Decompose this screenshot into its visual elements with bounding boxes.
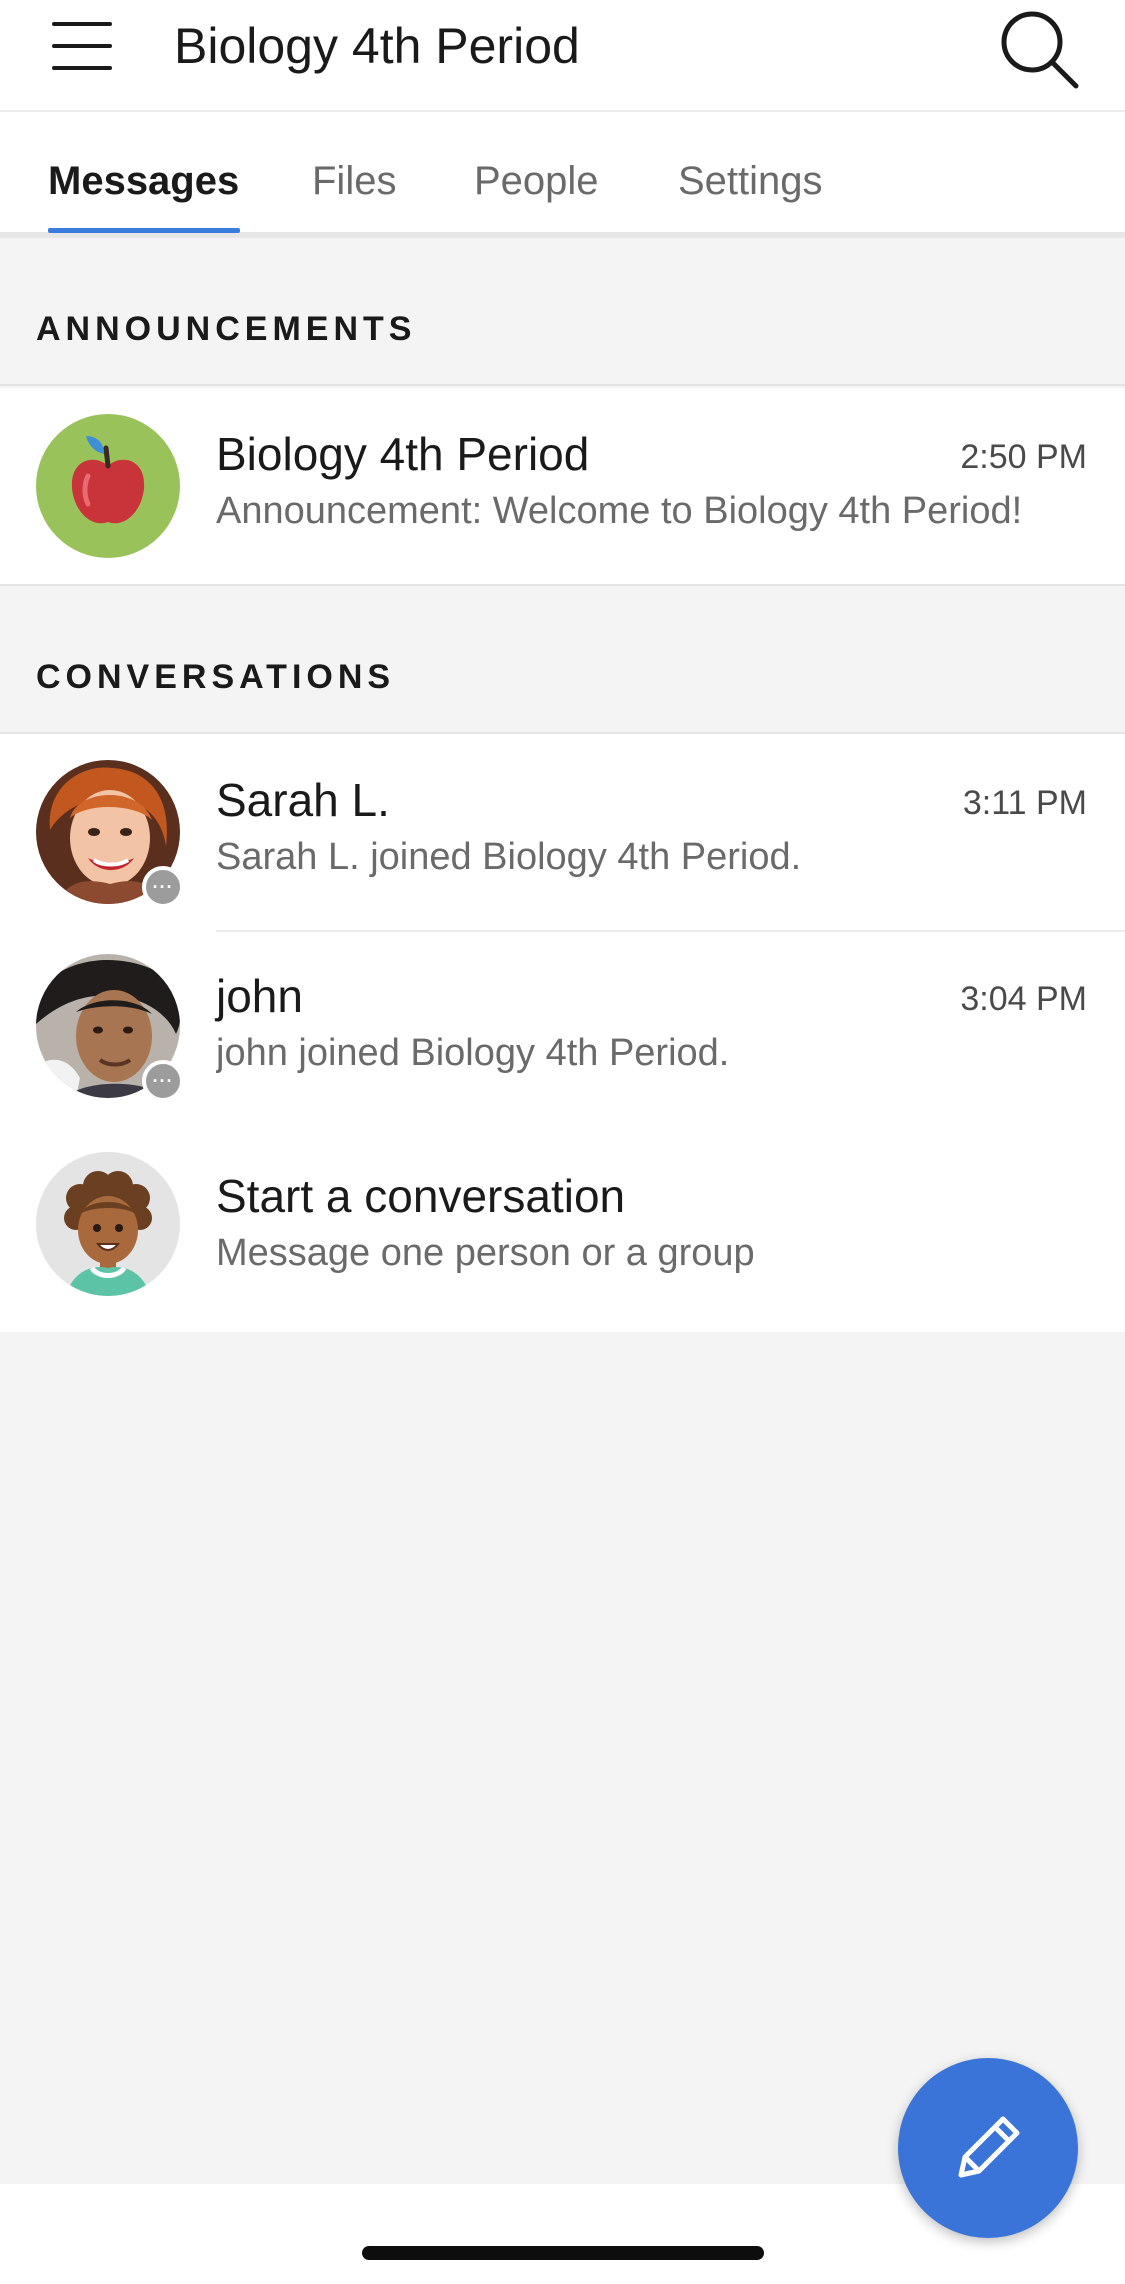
compose-button[interactable] [898, 2058, 1078, 2238]
tab-people[interactable]: People [474, 156, 599, 206]
home-indicator[interactable] [362, 2246, 764, 2260]
avatar: ··· [36, 760, 184, 908]
pencil-icon [943, 2103, 1033, 2193]
avatar: ··· [36, 954, 184, 1102]
app-screen: Biology 4th Period Messages Files People… [0, 0, 1125, 2284]
conversation-preview: Sarah L. joined Biology 4th Period. [216, 836, 802, 878]
tab-messages[interactable]: Messages [48, 156, 239, 206]
search-icon[interactable] [998, 6, 1082, 90]
conversations-heading: CONVERSATIONS [36, 658, 396, 696]
tab-settings[interactable]: Settings [678, 156, 823, 206]
announcement-preview: Announcement: Welcome to Biology 4th Per… [216, 490, 1023, 532]
start-conversation-row[interactable]: Start a conversation Message one person … [0, 1128, 1125, 1332]
page-title: Biology 4th Period [174, 18, 580, 74]
conversation-preview: john joined Biology 4th Period. [216, 1032, 730, 1074]
person-illustration-icon [36, 1152, 180, 1296]
active-tab-indicator [48, 228, 240, 233]
announcements-heading: ANNOUNCEMENTS [36, 310, 417, 348]
conversations-section-header: CONVERSATIONS [0, 586, 1125, 734]
announcements-list: Biology 4th Period 2:50 PM Announcement:… [0, 388, 1125, 586]
announcement-sender: Biology 4th Period [216, 428, 590, 480]
tab-bar: Messages Files People Settings [0, 112, 1125, 238]
announcement-row[interactable]: Biology 4th Period 2:50 PM Announcement:… [0, 388, 1125, 584]
start-conversation-title: Start a conversation [216, 1170, 626, 1222]
conversations-list: ··· Sarah L. 3:11 PM Sarah L. joined Bio… [0, 734, 1125, 1332]
hamburger-menu-icon[interactable] [52, 22, 116, 70]
chat-status-badge: ··· [142, 1060, 184, 1102]
conversation-time: 3:04 PM [960, 980, 1087, 1018]
conversation-name: john [216, 970, 303, 1022]
conversation-time: 3:11 PM [962, 784, 1087, 822]
tab-files[interactable]: Files [312, 156, 396, 206]
conversation-name: Sarah L. [216, 774, 390, 826]
conversation-row[interactable]: ··· john 3:04 PM john joined Biology 4th… [0, 932, 1125, 1128]
announcement-time: 2:50 PM [960, 438, 1087, 476]
top-app-bar: Biology 4th Period [0, 0, 1125, 112]
apple-icon [36, 414, 180, 558]
conversation-row[interactable]: ··· Sarah L. 3:11 PM Sarah L. joined Bio… [0, 734, 1125, 930]
announcements-section-header: ANNOUNCEMENTS [0, 238, 1125, 386]
start-conversation-subtitle: Message one person or a group [216, 1232, 755, 1274]
chat-status-badge: ··· [142, 866, 184, 908]
